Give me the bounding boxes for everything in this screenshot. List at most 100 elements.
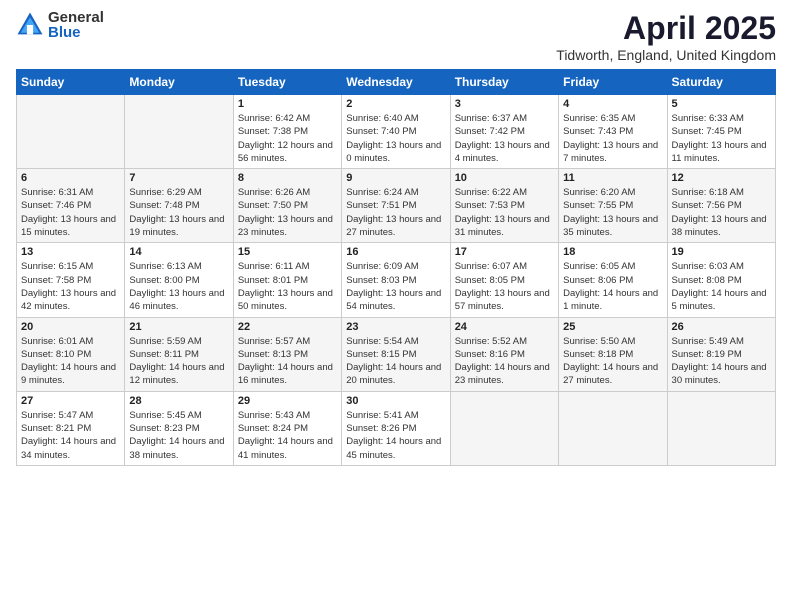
- cell-info: Sunrise: 6:22 AM Sunset: 7:53 PM Dayligh…: [455, 186, 554, 239]
- table-row: 3Sunrise: 6:37 AM Sunset: 7:42 PM Daylig…: [450, 95, 558, 169]
- table-row: 12 Sunrise: 6:18 AM Sunset: 7:56 PM Dayli…: [667, 169, 775, 243]
- calendar-week-row: 27 Sunrise: 5:47 AM Sunset: 8:21 PM Dayli…: [17, 391, 776, 465]
- col-friday: Friday: [559, 70, 667, 95]
- table-row: [450, 391, 558, 465]
- table-row: 4 Sunrise: 6:35 AM Sunset: 7:43 PM Daylig…: [559, 95, 667, 169]
- cell-info: Sunrise: 6:01 AM Sunset: 8:10 PM Dayligh…: [21, 335, 120, 388]
- cell-info: Sunrise: 6:42 AM Sunset: 7:38 PM Dayligh…: [238, 112, 337, 165]
- table-row: 17Sunrise: 6:07 AM Sunset: 8:05 PM Dayli…: [450, 243, 558, 317]
- col-monday: Monday: [125, 70, 233, 95]
- table-row: 30 Sunrise: 5:41 AM Sunset: 8:26 PM Dayli…: [342, 391, 450, 465]
- cell-info: Sunrise: 5:49 AM Sunset: 8:19 PM Dayligh…: [672, 335, 771, 388]
- cell-date: 15: [238, 246, 337, 258]
- cell-info: Sunrise: 5:57 AM Sunset: 8:13 PM Dayligh…: [238, 335, 337, 388]
- cell-date: 27: [21, 395, 120, 407]
- cell-info: Sunrise: 6:09 AM Sunset: 8:03 PM Dayligh…: [346, 260, 445, 313]
- cell-info: Sunrise: 5:50 AM Sunset: 8:18 PM Dayligh…: [563, 335, 662, 388]
- table-row: 1 Sunrise: 6:42 AM Sunset: 7:38 PM Daylig…: [233, 95, 341, 169]
- cell-date: 1: [238, 98, 337, 110]
- cell-date: 18: [563, 246, 662, 258]
- table-row: [667, 391, 775, 465]
- table-row: 5 Sunrise: 6:33 AM Sunset: 7:45 PM Daylig…: [667, 95, 775, 169]
- table-row: [125, 95, 233, 169]
- table-row: 13 Sunrise: 6:15 AM Sunset: 7:58 PM Dayli…: [17, 243, 125, 317]
- col-tuesday: Tuesday: [233, 70, 341, 95]
- col-thursday: Thursday: [450, 70, 558, 95]
- table-row: 24 Sunrise: 5:52 AM Sunset: 8:16 PM Dayli…: [450, 317, 558, 391]
- cell-date: 22: [238, 321, 337, 333]
- logo-general: General: [48, 10, 104, 25]
- table-row: 2 Sunrise: 6:40 AM Sunset: 7:40 PM Daylig…: [342, 95, 450, 169]
- cell-info: Sunrise: 5:43 AM Sunset: 8:24 PM Dayligh…: [238, 409, 337, 462]
- cell-info: Sunrise: 6:40 AM Sunset: 7:40 PM Dayligh…: [346, 112, 445, 165]
- cell-info: Sunrise: 6:29 AM Sunset: 7:48 PM Dayligh…: [129, 186, 228, 239]
- cell-info: Sunrise: 6:33 AM Sunset: 7:45 PM Dayligh…: [672, 112, 771, 165]
- cell-date: 21: [129, 321, 228, 333]
- cell-date: 6: [21, 172, 120, 184]
- cell-date: 7: [129, 172, 228, 184]
- cell-date: 17: [455, 246, 554, 258]
- cell-date: 30: [346, 395, 445, 407]
- table-row: 14Sunrise: 6:13 AM Sunset: 8:00 PM Dayli…: [125, 243, 233, 317]
- calendar-week-row: 13 Sunrise: 6:15 AM Sunset: 7:58 PM Dayli…: [17, 243, 776, 317]
- table-row: 11Sunrise: 6:20 AM Sunset: 7:55 PM Dayli…: [559, 169, 667, 243]
- cell-info: Sunrise: 5:41 AM Sunset: 8:26 PM Dayligh…: [346, 409, 445, 462]
- calendar: Sunday Monday Tuesday Wednesday Thursday…: [16, 69, 776, 466]
- title-month: April 2025: [556, 10, 776, 47]
- logo-icon: [16, 11, 44, 39]
- cell-date: 16: [346, 246, 445, 258]
- cell-info: Sunrise: 6:26 AM Sunset: 7:50 PM Dayligh…: [238, 186, 337, 239]
- table-row: 10 Sunrise: 6:22 AM Sunset: 7:53 PM Dayli…: [450, 169, 558, 243]
- logo: General Blue: [16, 10, 104, 40]
- cell-date: 13: [21, 246, 120, 258]
- cell-date: 14: [129, 246, 228, 258]
- table-row: [559, 391, 667, 465]
- calendar-header-row: Sunday Monday Tuesday Wednesday Thursday…: [17, 70, 776, 95]
- col-wednesday: Wednesday: [342, 70, 450, 95]
- cell-info: Sunrise: 5:47 AM Sunset: 8:21 PM Dayligh…: [21, 409, 120, 462]
- cell-date: 8: [238, 172, 337, 184]
- col-saturday: Saturday: [667, 70, 775, 95]
- table-row: 9Sunrise: 6:24 AM Sunset: 7:51 PM Daylig…: [342, 169, 450, 243]
- cell-info: Sunrise: 6:31 AM Sunset: 7:46 PM Dayligh…: [21, 186, 120, 239]
- cell-date: 24: [455, 321, 554, 333]
- cell-date: 12: [672, 172, 771, 184]
- cell-date: 5: [672, 98, 771, 110]
- table-row: 16 Sunrise: 6:09 AM Sunset: 8:03 PM Dayli…: [342, 243, 450, 317]
- cell-date: 26: [672, 321, 771, 333]
- logo-blue: Blue: [48, 25, 104, 40]
- cell-info: Sunrise: 6:15 AM Sunset: 7:58 PM Dayligh…: [21, 260, 120, 313]
- title-location: Tidworth, England, United Kingdom: [556, 47, 776, 63]
- cell-date: 10: [455, 172, 554, 184]
- cell-date: 2: [346, 98, 445, 110]
- cell-info: Sunrise: 6:35 AM Sunset: 7:43 PM Dayligh…: [563, 112, 662, 165]
- cell-info: Sunrise: 5:45 AM Sunset: 8:23 PM Dayligh…: [129, 409, 228, 462]
- calendar-week-row: 6 Sunrise: 6:31 AM Sunset: 7:46 PM Daylig…: [17, 169, 776, 243]
- table-row: 8 Sunrise: 6:26 AM Sunset: 7:50 PM Daylig…: [233, 169, 341, 243]
- cell-date: 4: [563, 98, 662, 110]
- table-row: 25Sunrise: 5:50 AM Sunset: 8:18 PM Dayli…: [559, 317, 667, 391]
- cell-info: Sunrise: 6:37 AM Sunset: 7:42 PM Dayligh…: [455, 112, 554, 165]
- cell-info: Sunrise: 5:54 AM Sunset: 8:15 PM Dayligh…: [346, 335, 445, 388]
- cell-date: 28: [129, 395, 228, 407]
- cell-info: Sunrise: 6:11 AM Sunset: 8:01 PM Dayligh…: [238, 260, 337, 313]
- table-row: 27 Sunrise: 5:47 AM Sunset: 8:21 PM Dayli…: [17, 391, 125, 465]
- cell-date: 23: [346, 321, 445, 333]
- cell-info: Sunrise: 5:52 AM Sunset: 8:16 PM Dayligh…: [455, 335, 554, 388]
- page: General Blue April 2025 Tidworth, Englan…: [0, 0, 792, 612]
- title-block: April 2025 Tidworth, England, United Kin…: [556, 10, 776, 63]
- table-row: 18Sunrise: 6:05 AM Sunset: 8:06 PM Dayli…: [559, 243, 667, 317]
- cell-date: 9: [346, 172, 445, 184]
- header: General Blue April 2025 Tidworth, Englan…: [16, 10, 776, 63]
- table-row: 15 Sunrise: 6:11 AM Sunset: 8:01 PM Dayli…: [233, 243, 341, 317]
- table-row: 28 Sunrise: 5:45 AM Sunset: 8:23 PM Dayli…: [125, 391, 233, 465]
- cell-date: 20: [21, 321, 120, 333]
- cell-info: Sunrise: 5:59 AM Sunset: 8:11 PM Dayligh…: [129, 335, 228, 388]
- cell-date: 19: [672, 246, 771, 258]
- calendar-week-row: 1 Sunrise: 6:42 AM Sunset: 7:38 PM Daylig…: [17, 95, 776, 169]
- calendar-week-row: 20 Sunrise: 6:01 AM Sunset: 8:10 PM Dayli…: [17, 317, 776, 391]
- table-row: 23 Sunrise: 5:54 AM Sunset: 8:15 PM Dayli…: [342, 317, 450, 391]
- logo-text: General Blue: [48, 10, 104, 40]
- cell-info: Sunrise: 6:18 AM Sunset: 7:56 PM Dayligh…: [672, 186, 771, 239]
- table-row: 21 Sunrise: 5:59 AM Sunset: 8:11 PM Dayli…: [125, 317, 233, 391]
